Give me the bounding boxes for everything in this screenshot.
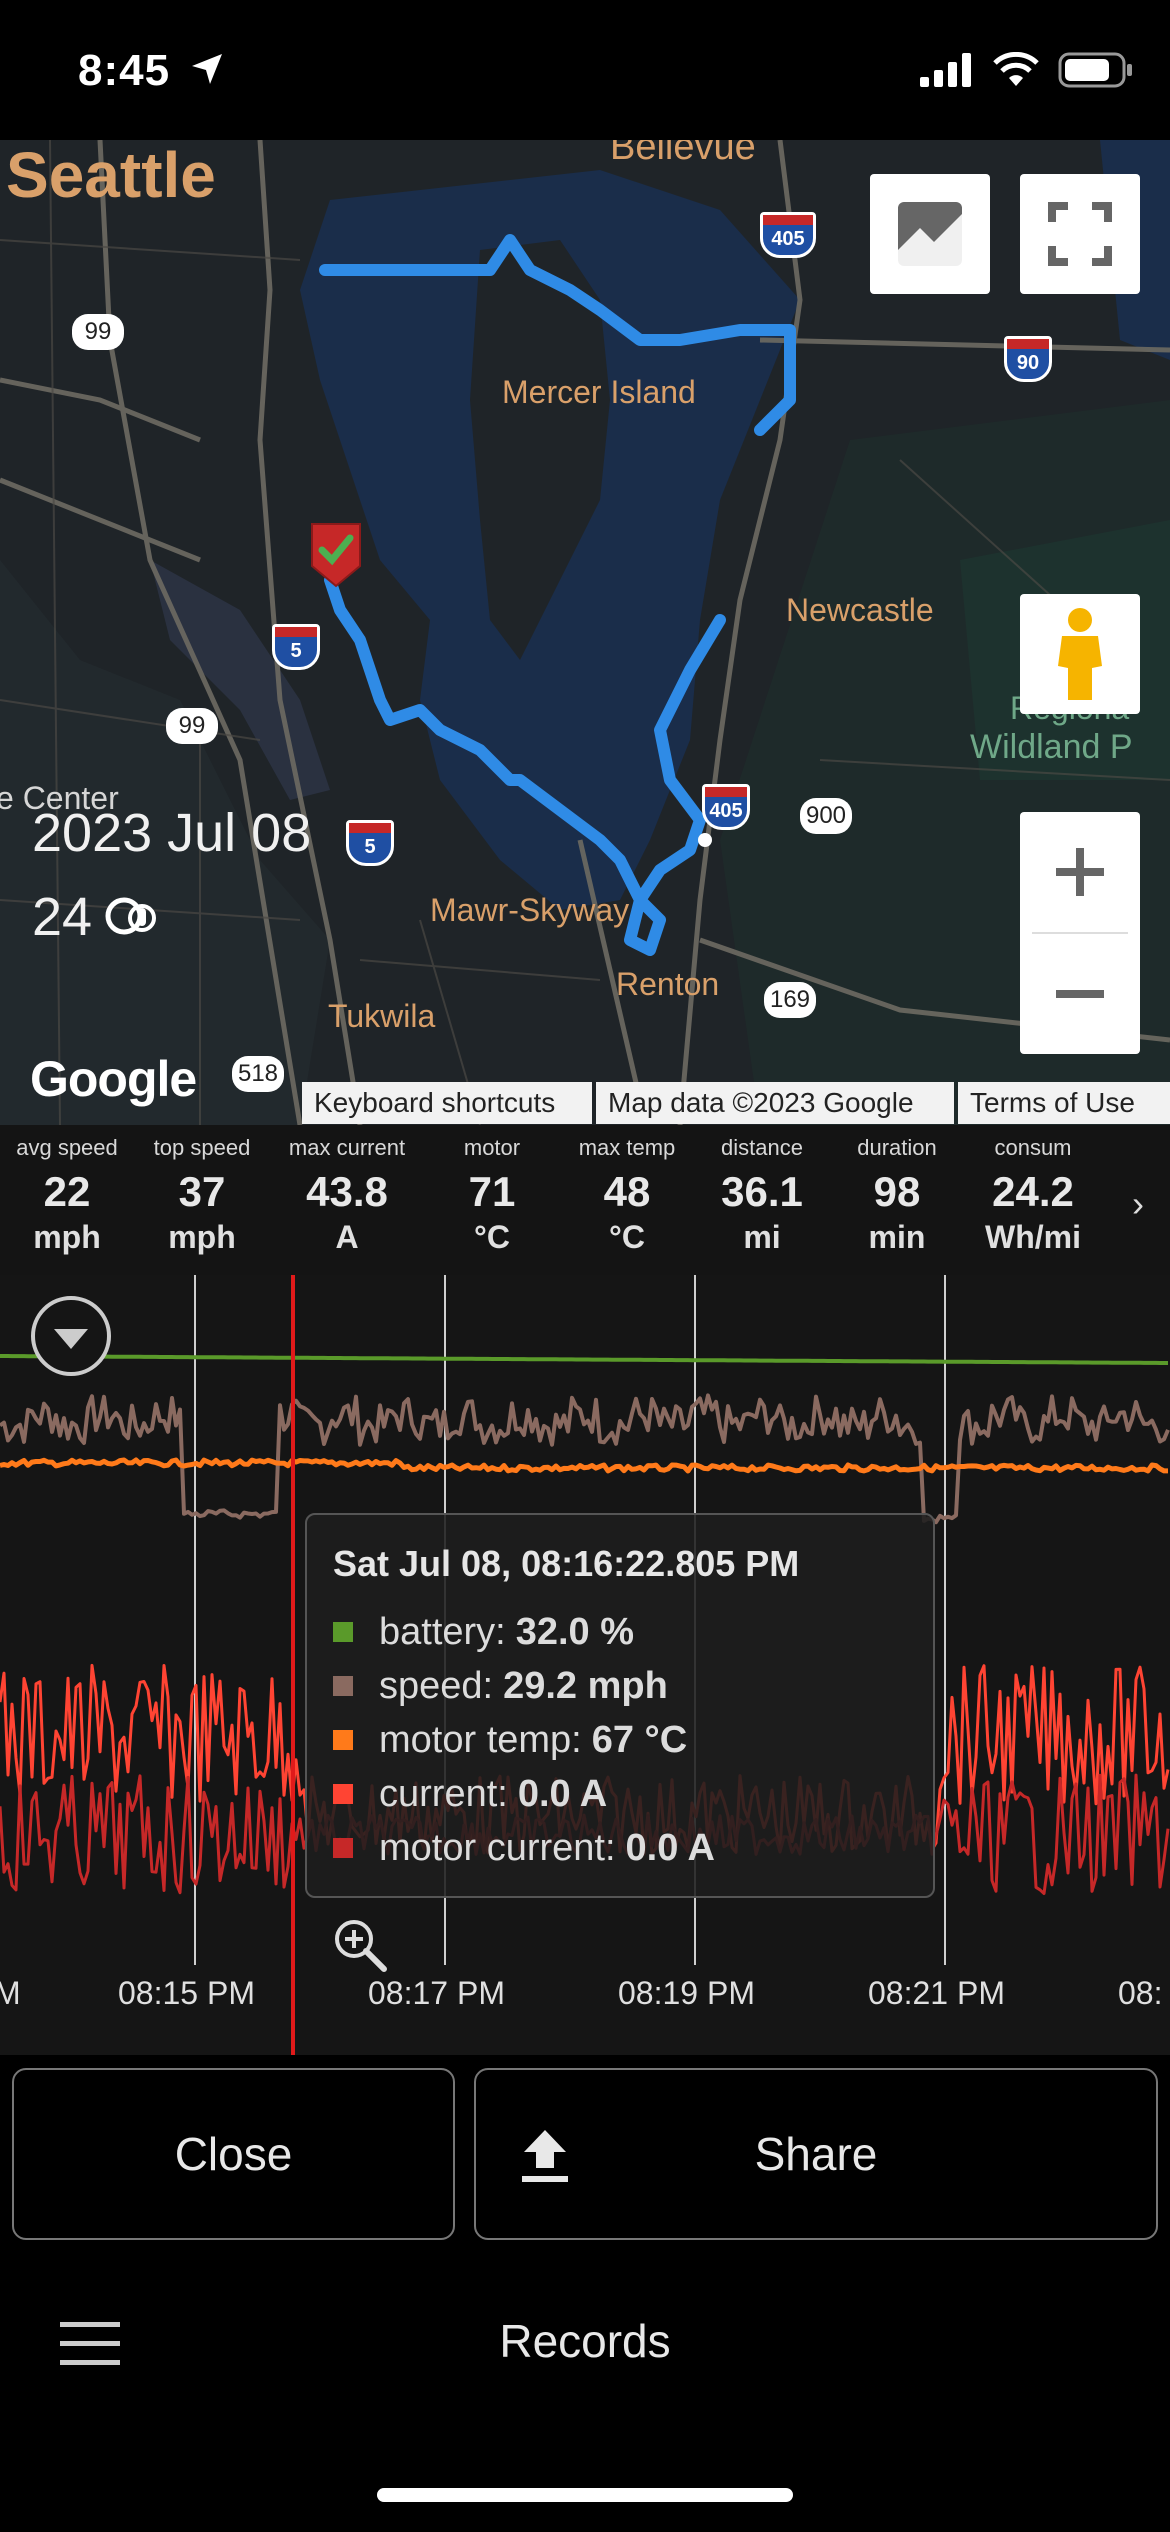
stat-motor-temp: motor 71 °C	[463, 1135, 521, 1255]
zoom-controls	[1020, 812, 1140, 1054]
tooltip-row-current: current: 0.0 A	[333, 1767, 907, 1821]
route-99-north: 99	[72, 314, 124, 350]
map-overlay-temp: 24	[32, 887, 93, 947]
status-time: 8:45	[78, 46, 171, 95]
x-tick-label: 08:21 PM	[868, 1975, 1005, 2011]
route-900: 900	[800, 798, 852, 834]
terms-of-use-link[interactable]: Terms of Use	[958, 1082, 1170, 1124]
location-arrow-icon	[192, 54, 222, 84]
interstate-405-north: 405	[760, 212, 816, 258]
interstate-405-south: 405	[702, 784, 750, 830]
map-label-renton: Renton	[616, 966, 720, 1002]
share-button-label: Share	[754, 2128, 878, 2180]
route-169: 169	[764, 982, 816, 1018]
interstate-5-north: 5	[272, 624, 320, 670]
battery-icon	[1058, 52, 1132, 88]
keyboard-shortcuts-link[interactable]: Keyboard shortcuts	[302, 1082, 592, 1124]
map-label-skyway: Mawr-Skyway	[430, 892, 630, 928]
google-logo: Google	[30, 1051, 197, 1107]
thermometer-icon	[105, 897, 157, 935]
map-overlay-date: 2023 Jul 08	[32, 803, 312, 863]
map-label-seattle: Seattle	[6, 140, 216, 211]
page-title: Records	[499, 2315, 671, 2367]
image-toggle-icon	[898, 202, 962, 266]
cellular-signal-icon	[920, 53, 971, 87]
collapse-chart-icon[interactable]	[28, 1293, 114, 1379]
stat-top-speed: top speed 37 mph	[153, 1135, 251, 1255]
series-battery	[0, 1354, 1168, 1365]
map-overlay-temp-row: 24	[32, 886, 172, 948]
zoom-reset-icon[interactable]	[330, 1915, 390, 1975]
stats-bar[interactable]: avg speed 22 mph top speed 37 mph max curren…	[0, 1125, 1170, 1275]
map-label-wildland: Wildland P	[970, 728, 1133, 766]
chart-tooltip: Sat Jul 08, 08:16:22.805 PM battery: 32.0…	[305, 1513, 935, 1898]
map-data-attribution: Map data ©2023 Google	[596, 1082, 954, 1124]
stat-duration: duration 98 min	[857, 1135, 937, 1255]
map-label-tukwila: Tukwila	[328, 998, 436, 1034]
zoom-in-button[interactable]	[1020, 812, 1140, 932]
share-button[interactable]: Share	[474, 2068, 1158, 2240]
fullscreen-icon	[1048, 202, 1112, 266]
x-tick-label: M	[0, 1975, 21, 2011]
map-type-button[interactable]	[870, 174, 990, 294]
pegman-icon	[1058, 608, 1102, 700]
map-label-mercer-island: Mercer Island	[502, 374, 696, 410]
map-label-newcastle: Newcastle	[786, 592, 934, 628]
wifi-icon	[993, 52, 1039, 86]
series-motor-temp	[0, 1457, 1168, 1474]
checkpoint-marker-icon[interactable]	[308, 520, 364, 590]
x-tick-label: 08:19 PM	[618, 1975, 755, 2011]
telemetry-chart[interactable]: Sat Jul 08, 08:16:22.805 PM battery: 32.0…	[0, 1275, 1170, 2055]
interstate-5-south: 5	[346, 820, 394, 866]
tooltip-row-battery: battery: 32.0 %	[333, 1605, 907, 1659]
stat-max-current: max current 43.8 A	[288, 1135, 406, 1255]
zoom-out-icon	[1056, 990, 1104, 998]
status-bar: 8:45	[0, 0, 1170, 140]
x-tick-label: 08:17 PM	[368, 1975, 505, 2011]
stats-scroll-right-icon[interactable]: ›	[1132, 1183, 1144, 1225]
tooltip-title: Sat Jul 08, 08:16:22.805 PM	[333, 1543, 800, 1584]
stat-distance: distance 36.1 mi	[721, 1135, 803, 1255]
tooltip-row-motor-current: motor current: 0.0 A	[333, 1821, 907, 1875]
tooltip-row-motor-temp: motor temp: 67 °C	[333, 1713, 907, 1767]
stat-max-temp: max temp 48 °C	[578, 1135, 676, 1255]
bottom-nav: Records	[0, 2270, 1170, 2420]
route-99-south: 99	[166, 708, 218, 744]
interstate-90: 90	[1004, 336, 1052, 382]
home-indicator	[377, 2488, 793, 2502]
close-button-label: Close	[174, 2128, 293, 2180]
route-518: 518	[232, 1056, 284, 1092]
stat-consumption: consum 24.2 Wh/mi	[985, 1135, 1081, 1255]
zoom-in-icon	[1056, 848, 1104, 896]
zoom-out-button[interactable]	[1020, 934, 1140, 1054]
tooltip-row-speed: speed: 29.2 mph	[333, 1659, 907, 1713]
x-tick-label: 08:	[1118, 1975, 1163, 2011]
street-view-button[interactable]	[1020, 594, 1140, 714]
map-view[interactable]: Seattle Bellevue Mercer Island Newcastle…	[0, 140, 1170, 1125]
map-label-bellevue: Bellevue	[610, 140, 756, 168]
close-button[interactable]: Close	[12, 2068, 455, 2240]
fullscreen-button[interactable]	[1020, 174, 1140, 294]
share-upload-icon	[522, 2130, 568, 2182]
map-background	[0, 140, 1170, 1125]
stat-avg-speed: avg speed 22 mph	[16, 1135, 118, 1255]
x-tick-label: 08:15 PM	[118, 1975, 255, 2011]
